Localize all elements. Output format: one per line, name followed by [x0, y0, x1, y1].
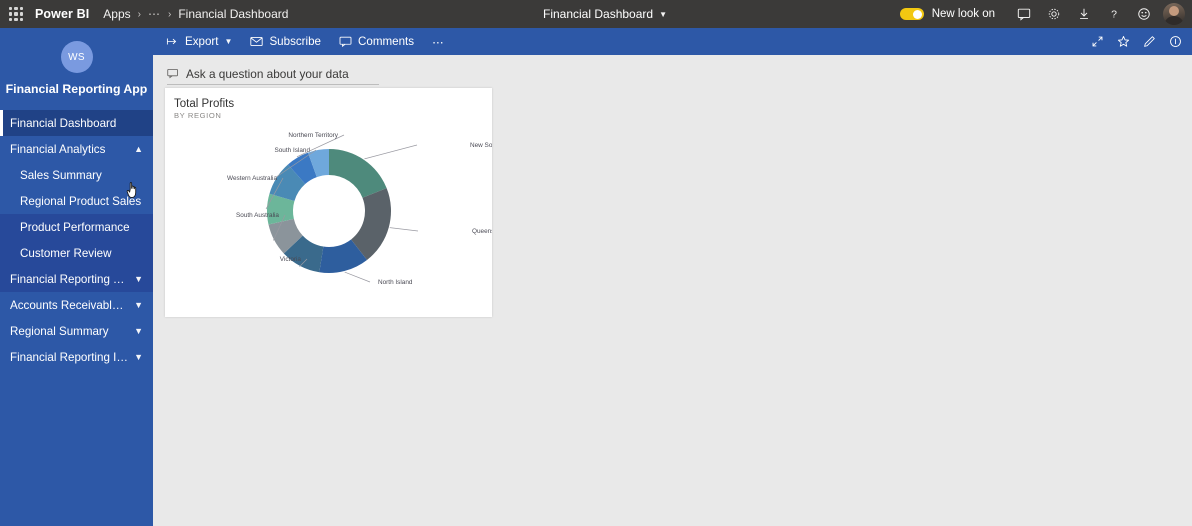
breadcrumb-overflow-icon[interactable]: ⋯	[148, 7, 161, 21]
comment-icon	[339, 36, 352, 47]
sidebar-item-financial-analytics[interactable]: Financial Analytics ▲	[0, 136, 153, 162]
leader-line	[389, 227, 419, 232]
comments-button[interactable]: Comments	[330, 28, 423, 55]
breadcrumb-separator-2: ›	[168, 8, 172, 20]
export-button[interactable]: Export ▼	[157, 28, 241, 55]
sidebar-item-label: Accounts Receivable Insights	[10, 298, 128, 312]
export-label: Export	[185, 35, 219, 48]
new-look-toggle[interactable]	[899, 8, 924, 20]
svg-text:?: ?	[1111, 9, 1117, 21]
avatar[interactable]	[1163, 3, 1185, 25]
sidebar-item-label: Regional Summary	[10, 324, 109, 338]
sidebar-item-label: Financial Dashboard	[10, 116, 117, 130]
chevron-down-icon: ▼	[224, 37, 233, 46]
sidebar-item-label: Financial Reporting Templates	[10, 272, 128, 286]
sidebar-item-customer-review[interactable]: Customer Review	[0, 240, 153, 266]
sidebar-item-label: Customer Review	[20, 246, 112, 260]
breadcrumb-apps[interactable]: Apps	[103, 7, 130, 21]
sidebar-item-product-performance[interactable]: Product Performance	[0, 214, 153, 240]
chevron-down-icon: ▼	[134, 274, 143, 284]
sidebar-item-label: Regional Product Sales	[20, 194, 142, 208]
visual-card-total-profits[interactable]: Total Profits BY REGION New South WalesQ…	[165, 88, 492, 317]
donut-slice-label: North Island	[378, 279, 413, 286]
sidebar-item-label: Financial Analytics	[10, 142, 106, 156]
export-icon	[166, 38, 177, 45]
sidebar-item-label: Product Performance	[20, 220, 130, 234]
sidebar-item-financial-dashboard[interactable]: Financial Dashboard	[0, 110, 153, 136]
chevron-down-icon: ▼	[659, 9, 667, 19]
qna-search-input[interactable]: Ask a question about your data	[167, 63, 379, 85]
sidebar-item-financial-reporting-in-power[interactable]: Financial Reporting In Power... ▼	[0, 344, 153, 370]
breadcrumb-current[interactable]: Financial Dashboard	[178, 7, 288, 21]
leader-line	[344, 271, 371, 283]
more-options-button[interactable]: ⋯	[423, 28, 453, 55]
chevron-down-icon: ▼	[134, 326, 143, 336]
breadcrumb-separator: ›	[137, 8, 141, 20]
chevron-down-icon: ▼	[134, 300, 143, 310]
app-launcher-icon[interactable]	[9, 7, 23, 21]
comments-label: Comments	[358, 35, 415, 48]
edit-pencil-icon[interactable]	[1136, 28, 1162, 55]
donut-chart[interactable]: New South Wales Queensland North Island Vic…	[165, 118, 492, 317]
toolbar-right-actions	[1084, 28, 1188, 55]
download-icon[interactable]	[1069, 0, 1099, 28]
donut-slice-label: New South Wales	[470, 142, 492, 149]
envelope-icon	[250, 36, 264, 47]
qna-placeholder-text: Ask a question about your data	[186, 66, 349, 81]
sidebar-item-label: Financial Reporting In Power...	[10, 350, 128, 364]
help-icon[interactable]: ?	[1099, 0, 1129, 28]
subscribe-label: Subscribe	[269, 35, 321, 48]
brand-logo-text[interactable]: Power BI	[35, 7, 89, 21]
app-title: Financial Reporting App	[5, 82, 148, 96]
report-canvas: Ask a question about your data Total Pro…	[153, 55, 1192, 526]
donut-slice-label: South Australia	[236, 212, 279, 219]
sidebar-nav-list: Financial Dashboard Financial Analytics ▲ S…	[0, 110, 153, 370]
smiley-icon[interactable]	[1129, 0, 1159, 28]
sidebar-item-regional-product-sales[interactable]: Regional Product Sales	[0, 188, 153, 214]
left-navigation-sidebar: WS Financial Reporting App Financial Das…	[0, 28, 153, 526]
feedback-icon[interactable]	[1009, 0, 1039, 28]
chevron-up-icon: ▲	[134, 144, 143, 154]
sidebar-item-financial-reporting-templates[interactable]: Financial Reporting Templates ▼	[0, 266, 153, 292]
donut-slice-label: Northern Territory	[288, 132, 338, 139]
donut-slice-label: Victoria	[280, 256, 302, 263]
donut-slice-label: Queensland	[472, 228, 492, 235]
donut-chart-svg[interactable]: New South Wales Queensland North Island Vic…	[165, 118, 492, 317]
donut-slice[interactable]	[329, 149, 387, 198]
favorite-star-icon[interactable]	[1110, 28, 1136, 55]
top-navigation-bar: Power BI Apps › ⋯ › Financial Dashboard …	[0, 0, 1192, 28]
sidebar-item-accounts-receivable-insights[interactable]: Accounts Receivable Insights ▼	[0, 292, 153, 318]
chevron-down-icon: ▼	[134, 352, 143, 362]
sidebar-item-regional-summary[interactable]: Regional Summary ▼	[0, 318, 153, 344]
donut-slice-label: Western Australia	[227, 175, 277, 182]
fullscreen-icon[interactable]	[1084, 28, 1110, 55]
info-circle-icon[interactable]	[1162, 28, 1188, 55]
sidebar-item-label: Sales Summary	[20, 168, 102, 182]
report-title-text: Financial Dashboard	[543, 7, 654, 21]
card-title: Total Profits	[174, 98, 235, 110]
report-toolbar: Export ▼ Subscribe Comments ⋯	[153, 28, 1192, 55]
power-bi-app: Power BI Apps › ⋯ › Financial Dashboard …	[0, 0, 1192, 526]
workspace-avatar[interactable]: WS	[60, 41, 93, 73]
report-title-dropdown[interactable]: Financial Dashboard ▼	[543, 0, 667, 28]
new-look-label: New look on	[931, 8, 995, 20]
top-bar-actions: New look on ?	[899, 0, 1192, 28]
qna-chat-icon	[167, 68, 178, 79]
gear-icon[interactable]	[1039, 0, 1069, 28]
leader-line	[364, 144, 418, 160]
sidebar-item-sales-summary[interactable]: Sales Summary	[0, 162, 153, 188]
subscribe-button[interactable]: Subscribe	[241, 28, 330, 55]
